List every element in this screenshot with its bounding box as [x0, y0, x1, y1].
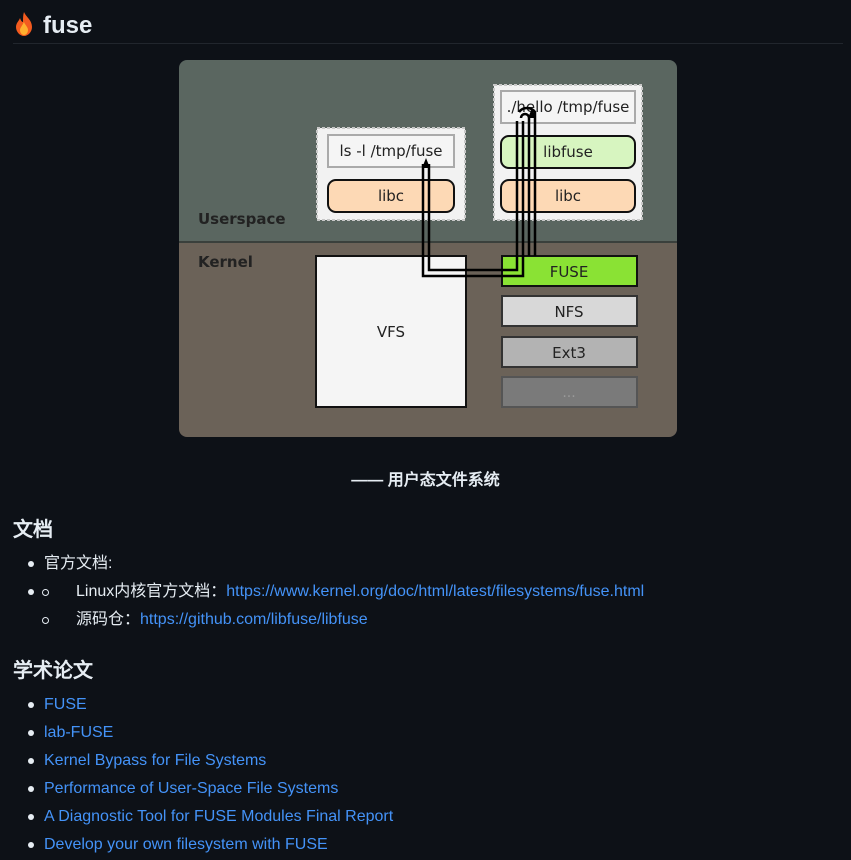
paper-link-develop[interactable]: Develop your own filesystem with FUSE	[44, 836, 328, 853]
nfs-label: NFS	[554, 303, 583, 321]
papers-heading: 学术论文	[13, 660, 93, 682]
docs-list: 官方文档: Linux内核官方文档：https://www.kernel.org…	[26, 550, 644, 634]
libfuse-label: libfuse	[543, 143, 593, 161]
page: fuse Userspace Kernel ls -l /tmp/fuse li…	[0, 0, 851, 860]
fire-icon	[16, 11, 32, 36]
sub-list: Linux内核官方文档：https://www.kernel.org/doc/h…	[40, 578, 644, 634]
kernel-doc-label: Linux内核官方文档：	[76, 583, 227, 600]
kernel-label: Kernel	[198, 253, 253, 271]
page-title: fuse	[43, 11, 93, 39]
repo-label: 源码仓：	[76, 611, 141, 628]
list-item: Linux内核官方文档：https://www.kernel.org/doc/h…	[40, 578, 644, 606]
list-item: FUSE	[26, 691, 393, 719]
libc-right-label: libc	[555, 187, 581, 205]
ext3-label: Ext3	[552, 344, 586, 362]
repo-link[interactable]: https://github.com/libfuse/libfuse	[140, 611, 368, 628]
list-item: A Diagnostic Tool for FUSE Modules Final…	[26, 803, 393, 831]
paper-link-fuse[interactable]: FUSE	[44, 696, 87, 713]
official-docs-label: 官方文档:	[44, 555, 113, 572]
list-item: Kernel Bypass for File Systems	[26, 747, 393, 775]
list-item: 源码仓：https://github.com/libfuse/libfuse	[40, 606, 644, 634]
kernel-doc-link[interactable]: https://www.kernel.org/doc/html/latest/f…	[226, 583, 644, 600]
paper-link-lab-fuse[interactable]: lab-FUSE	[44, 724, 113, 741]
vfs-label: VFS	[377, 323, 405, 341]
docs-heading: 文档	[13, 519, 53, 541]
sub-list-wrapper: Linux内核官方文档：https://www.kernel.org/doc/h…	[26, 578, 644, 634]
paper-link-diagnostic[interactable]: A Diagnostic Tool for FUSE Modules Final…	[44, 808, 393, 825]
diagram-caption: —— 用户态文件系统	[351, 472, 500, 489]
list-item: 官方文档:	[26, 550, 644, 578]
paper-link-performance[interactable]: Performance of User-Space File Systems	[44, 780, 338, 797]
papers-list: FUSE lab-FUSE Kernel Bypass for File Sys…	[26, 691, 393, 859]
fuse-architecture-diagram: Userspace Kernel ls -l /tmp/fuse libc ./…	[179, 60, 677, 437]
list-item: Develop your own filesystem with FUSE	[26, 831, 393, 859]
page-header: fuse	[13, 8, 843, 44]
libc-left-label: libc	[378, 187, 404, 205]
fuse-box-label: FUSE	[550, 263, 589, 281]
userspace-label: Userspace	[198, 210, 286, 228]
paper-link-kernel-bypass[interactable]: Kernel Bypass for File Systems	[44, 752, 266, 769]
more-label: ...	[562, 385, 575, 401]
ls-command: ls -l /tmp/fuse	[339, 142, 442, 160]
list-item: lab-FUSE	[26, 719, 393, 747]
list-item: Performance of User-Space File Systems	[26, 775, 393, 803]
